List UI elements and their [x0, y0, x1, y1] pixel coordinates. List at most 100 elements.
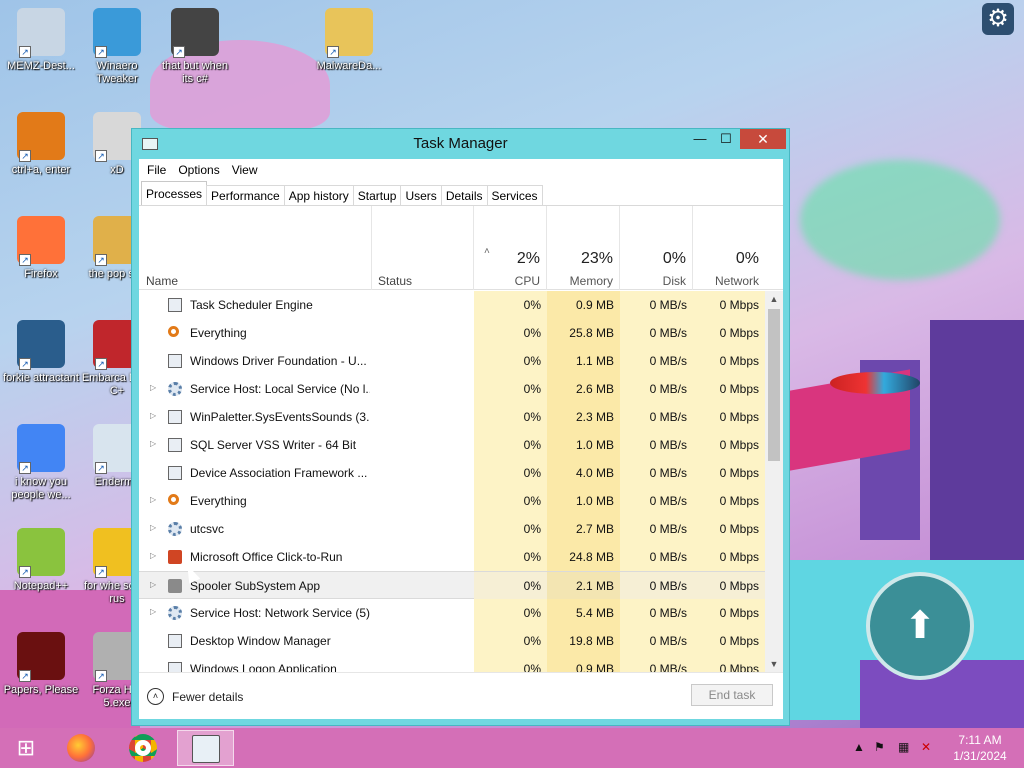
taskbar-chrome[interactable]	[117, 730, 169, 766]
table-row[interactable]: ▷ WinPaletter.SysEventsSounds (3... 0% 2.3 …	[139, 403, 765, 431]
disk-cell: 0 MB/s	[620, 599, 693, 627]
table-row[interactable]: ▷ Microsoft Office Click-to-Run 0% 24.8 MB 0…	[139, 543, 765, 571]
desktop-shortcut[interactable]: ↗ that but when its c#	[156, 8, 234, 86]
column-cpu[interactable]: 2% CPU	[474, 206, 547, 290]
show-hidden-icons[interactable]: ▲	[853, 740, 865, 754]
table-row[interactable]: Task Scheduler Engine 0% 0.9 MB 0 MB/s 0 Mbp…	[139, 291, 765, 319]
table-row[interactable]: ▷ SQL Server VSS Writer - 64 Bit 0% 1.0 MB 0…	[139, 431, 765, 459]
clock-time: 7:11 AM	[958, 733, 1002, 747]
table-row[interactable]: Windows Driver Foundation - U... 0% 1.1 MB…	[139, 347, 765, 375]
tab-startup[interactable]: Startup	[352, 185, 402, 205]
table-row[interactable]: ▷ Service Host: Network Service (5) 0% 5.4 …	[139, 599, 765, 627]
tab-services[interactable]: Services	[486, 185, 543, 205]
clock[interactable]: 7:11 AM 1/31/2024	[940, 732, 1020, 764]
wallpaper-shape	[790, 369, 910, 471]
process-name: Microsoft Office Click-to-Run	[190, 550, 343, 564]
flag-icon[interactable]: ⚑	[874, 740, 885, 754]
volume-muted-icon[interactable]: ✕	[921, 740, 931, 754]
expand-chevron-icon[interactable]: ▷	[150, 495, 156, 504]
column-status[interactable]: Status	[372, 206, 474, 290]
expand-chevron-icon[interactable]: ▷	[150, 551, 156, 560]
cpu-cell: 0%	[474, 291, 547, 319]
table-row[interactable]: ▷ Everything 0% 1.0 MB 0 MB/s 0 Mbps	[139, 487, 765, 515]
shortcut-arrow-icon: ↗	[95, 254, 107, 266]
column-name[interactable]: Name	[139, 206, 372, 290]
disk-cell: 0 MB/s	[620, 319, 693, 347]
desktop-shortcut[interactable]: ↗ forkie attractant	[2, 320, 80, 385]
desktop-shortcut[interactable]: ↗ Winaero Tweaker	[78, 8, 156, 86]
desktop-shortcut[interactable]: ↗ MEMZ-Dest...	[2, 8, 80, 73]
tab-details[interactable]: Details	[440, 185, 488, 205]
desktop-shortcut[interactable]: ↗ Firefox	[2, 216, 80, 281]
taskbar-task-manager[interactable]	[177, 730, 234, 766]
network-cell: 0 Mbps	[693, 319, 765, 347]
menu-file[interactable]: File	[141, 163, 172, 177]
shortcut-arrow-icon: ↗	[95, 462, 107, 474]
table-row[interactable]: ▷ utcsvc 0% 2.7 MB 0 MB/s 0 Mbps	[139, 515, 765, 543]
jump-up-button[interactable]: ⬆	[866, 572, 974, 680]
desktop-shortcut[interactable]: ↗ Notepad++	[2, 528, 80, 593]
taskbar-firefox[interactable]	[55, 730, 107, 766]
process-name: SQL Server VSS Writer - 64 Bit	[190, 438, 357, 452]
network-icon[interactable]: ▦	[898, 740, 909, 754]
column-disk[interactable]: 0% Disk	[620, 206, 693, 290]
table-row[interactable]: Everything 0% 25.8 MB 0 MB/s 0 Mbps	[139, 319, 765, 347]
gear-icon[interactable]: ⚙	[982, 3, 1014, 35]
folder-stack-icon: ↗	[171, 8, 219, 58]
memory-cell: 1.1 MB	[547, 347, 620, 375]
process-table: Name Status ˄ 2% CPU 23% Memory 0% Disk	[139, 206, 783, 672]
table-row[interactable]: ▷ Spooler SubSystem App 0% 2.1 MB 0 MB/s 0 Mb…	[139, 571, 765, 600]
cpu-cell: 0%	[474, 319, 547, 347]
search-app-icon: ↗	[17, 112, 65, 162]
memory-cell: 2.1 MB	[547, 572, 620, 600]
shortcut-arrow-icon: ↗	[173, 46, 185, 58]
vertical-scrollbar[interactable]: ▲ ▼	[765, 291, 783, 672]
table-row[interactable]: Desktop Window Manager 0% 19.8 MB 0 MB/s 0 M…	[139, 627, 765, 655]
shortcut-arrow-icon: ↗	[19, 670, 31, 682]
tab-processes[interactable]: Processes	[141, 181, 208, 205]
desktop-shortcut[interactable]: ↗ i know you people we...	[2, 424, 80, 502]
menu-options[interactable]: Options	[172, 163, 225, 177]
menu-view[interactable]: View	[226, 163, 264, 177]
column-network[interactable]: 0% Network	[693, 206, 765, 290]
wallpaper-shape	[800, 160, 1000, 280]
title-bar[interactable]: Task Manager — ☐ ✕	[132, 129, 789, 159]
task-icon	[168, 298, 182, 312]
desktop-shortcut[interactable]: ↗ MalwareDa...	[310, 8, 388, 73]
desktop-shortcut[interactable]: ↗ Papers, Please	[2, 632, 80, 697]
menu-bar: File Options View	[139, 159, 783, 181]
end-task-button[interactable]: End task	[691, 684, 773, 706]
expand-chevron-icon[interactable]: ▷	[150, 580, 156, 589]
column-memory[interactable]: 23% Memory	[547, 206, 620, 290]
tab-performance[interactable]: Performance	[206, 185, 285, 205]
expand-chevron-icon[interactable]: ▷	[150, 411, 156, 420]
shortcut-arrow-icon: ↗	[95, 566, 107, 578]
memory-cell: 1.0 MB	[547, 431, 620, 459]
fewer-details-button[interactable]: ˄ Fewer details	[147, 688, 243, 705]
scroll-up-icon[interactable]: ▲	[765, 291, 783, 307]
minimize-button[interactable]: —	[686, 129, 714, 149]
desktop-shortcut-label: Notepad++	[13, 580, 69, 592]
expand-chevron-icon[interactable]: ▷	[150, 607, 156, 616]
expand-chevron-icon[interactable]: ▷	[150, 523, 156, 532]
network-cell: 0 Mbps	[693, 431, 765, 459]
close-button[interactable]: ✕	[740, 129, 786, 149]
table-row[interactable]: Windows Logon Application 0% 0.9 MB 0 MB/s 0…	[139, 655, 765, 672]
tab-users[interactable]: Users	[400, 185, 442, 205]
expand-chevron-icon[interactable]: ▷	[150, 439, 156, 448]
gear-icon	[168, 522, 182, 536]
desktop-shortcut-label: Winaero Tweaker	[96, 60, 138, 85]
disk-cell: 0 MB/s	[620, 543, 693, 571]
table-row[interactable]: ▷ Service Host: Local Service (No l... 0% 2…	[139, 375, 765, 403]
start-button[interactable]: ⊞	[0, 730, 52, 766]
maximize-button[interactable]: ☐	[712, 129, 740, 149]
table-row[interactable]: Device Association Framework ... 0% 4.0 MB…	[139, 459, 765, 487]
tab-app-history[interactable]: App history	[283, 185, 354, 205]
scroll-thumb[interactable]	[768, 309, 780, 461]
memory-cell: 2.7 MB	[547, 515, 620, 543]
disk-cell: 0 MB/s	[620, 291, 693, 319]
expand-chevron-icon[interactable]: ▷	[150, 383, 156, 392]
process-name: Service Host: Network Service (5)	[190, 606, 370, 620]
desktop-shortcut[interactable]: ↗ ctrl+a, enter	[2, 112, 80, 177]
scroll-down-icon[interactable]: ▼	[765, 656, 783, 672]
